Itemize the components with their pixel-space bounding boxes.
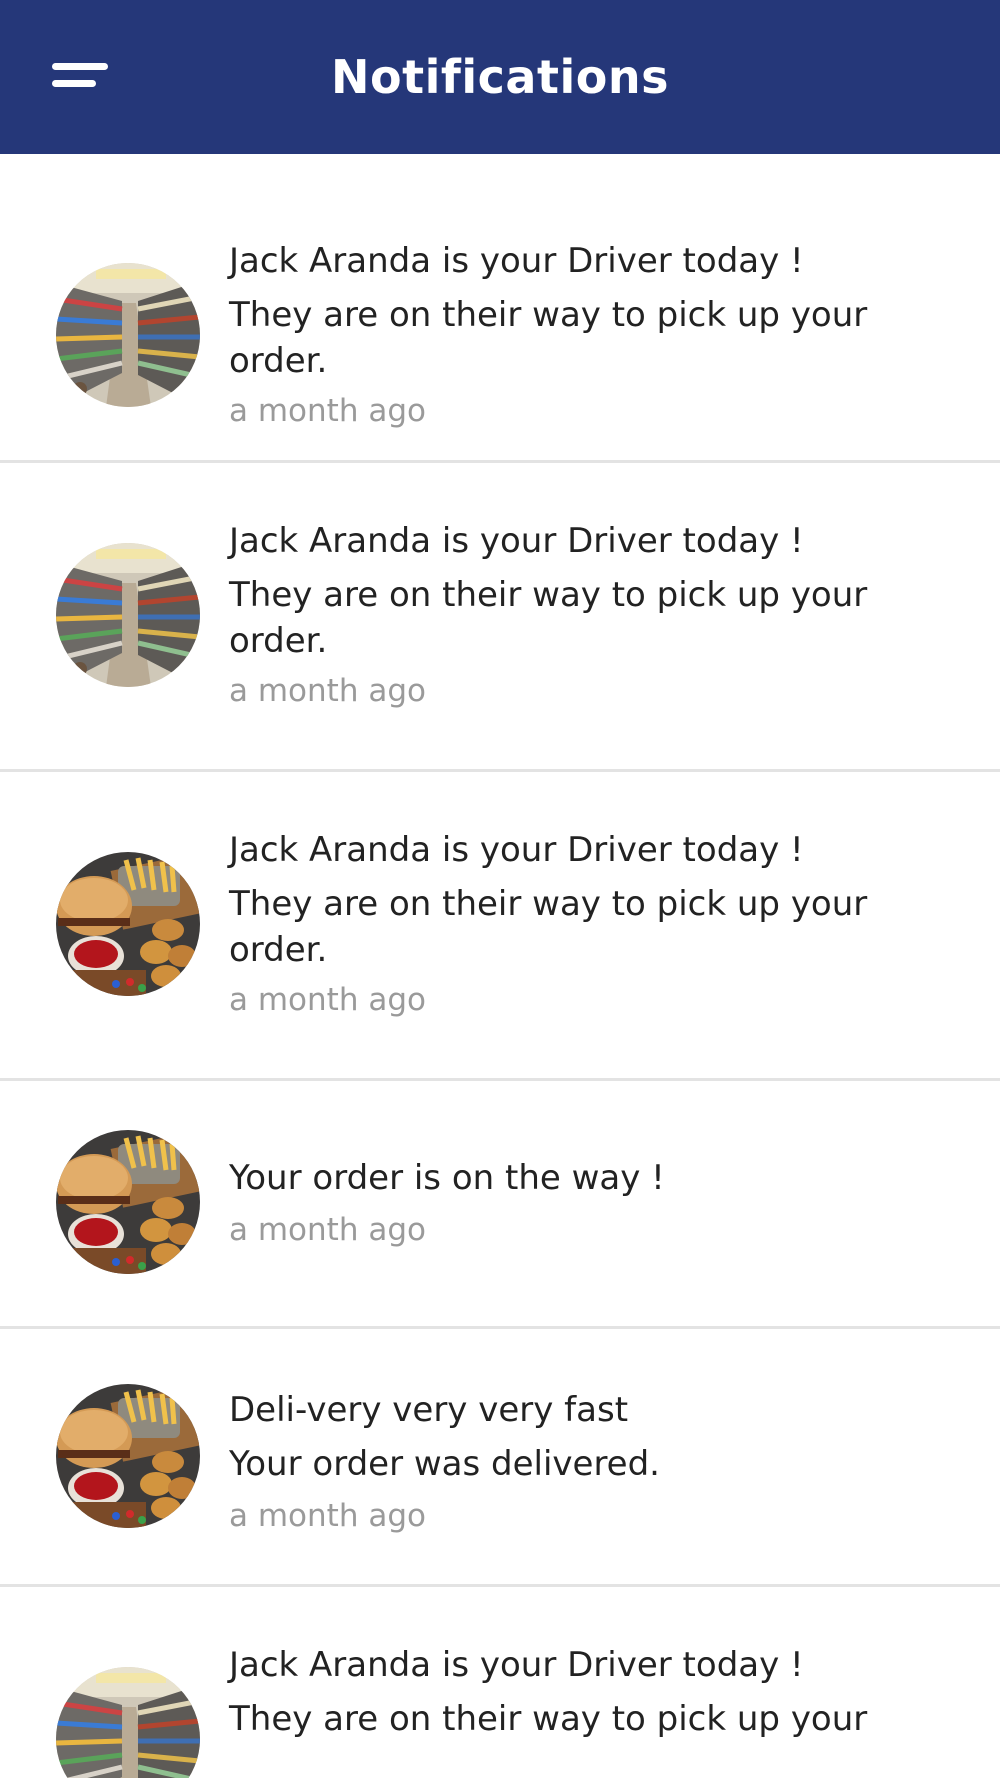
notification-text: Jack Aranda is your Driver today ! They …: [229, 823, 960, 1025]
menu-bar-bottom: [52, 80, 96, 87]
notification-list: Jack Aranda is your Driver today ! They …: [0, 154, 1000, 1778]
notification-line: They are on their way to pick up your: [229, 884, 868, 924]
notification-line: Your order is on the way !: [229, 1158, 665, 1198]
store-aisle-image: [56, 1667, 200, 1778]
store-aisle-image: [56, 263, 200, 407]
burger-fries-image: [56, 1130, 200, 1274]
notification-time: a month ago: [229, 1212, 426, 1248]
notification-line: They are on their way to pick up your: [229, 1699, 868, 1739]
top-app-bar: Notifications: [0, 0, 1000, 154]
notification-item[interactable]: Jack Aranda is your Driver today ! They …: [0, 1587, 1000, 1778]
notification-item[interactable]: Deli-very very very fast Your order was …: [0, 1329, 1000, 1587]
notification-line: Jack Aranda is your Driver today !: [229, 830, 804, 870]
notification-line: Jack Aranda is your Driver today !: [229, 241, 804, 281]
notification-item[interactable]: Jack Aranda is your Driver today ! They …: [0, 772, 1000, 1081]
notification-item[interactable]: Jack Aranda is your Driver today ! They …: [0, 463, 1000, 772]
burger-fries-image: [56, 852, 200, 996]
notification-line: Jack Aranda is your Driver today !: [229, 1645, 804, 1685]
notification-text: Jack Aranda is your Driver today ! They …: [229, 234, 960, 436]
notification-time: a month ago: [229, 673, 426, 709]
notification-item[interactable]: Your order is on the way ! a month ago: [0, 1081, 1000, 1329]
notification-line: order.: [229, 341, 328, 381]
notification-time: a month ago: [229, 982, 426, 1018]
notification-text: Your order is on the way ! a month ago: [229, 1151, 960, 1255]
hamburger-menu-icon[interactable]: [48, 56, 112, 98]
notification-item[interactable]: Jack Aranda is your Driver today ! They …: [0, 154, 1000, 463]
notification-line: They are on their way to pick up your: [229, 575, 868, 615]
notification-line: Your order was delivered.: [229, 1444, 660, 1484]
notification-line: They are on their way to pick up your: [229, 295, 868, 335]
page-title: Notifications: [331, 50, 669, 104]
notification-text: Jack Aranda is your Driver today ! They …: [229, 1638, 960, 1746]
notification-line: Jack Aranda is your Driver today !: [229, 521, 804, 561]
notification-line: Deli-very very very fast: [229, 1390, 629, 1430]
notification-time: a month ago: [229, 393, 426, 429]
menu-bar-top: [52, 63, 108, 70]
notification-line: order.: [229, 930, 328, 970]
notification-text: Deli-very very very fast Your order was …: [229, 1383, 960, 1541]
burger-fries-image: [56, 1384, 200, 1528]
notification-line: order.: [229, 621, 328, 661]
store-aisle-image: [56, 543, 200, 687]
notification-time: a month ago: [229, 1498, 426, 1534]
notification-text: Jack Aranda is your Driver today ! They …: [229, 514, 960, 716]
